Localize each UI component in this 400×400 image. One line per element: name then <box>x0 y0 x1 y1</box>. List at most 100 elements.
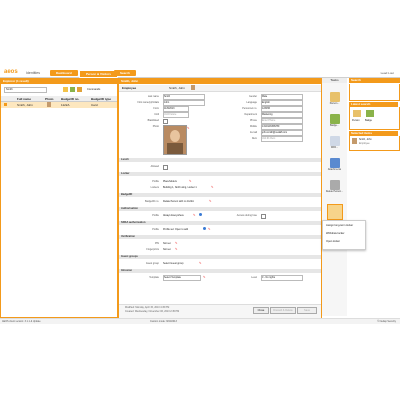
commands-label[interactable]: Commands <box>87 88 100 91</box>
edit-sdka-icon[interactable]: ✎ <box>208 227 211 231</box>
row-name: Smith, John <box>17 103 33 107</box>
detail-title: Smith, John <box>119 79 321 84</box>
section-badge[interactable]: Badge/ID <box>119 193 321 197</box>
selected-box: Smith, John Employee <box>349 136 400 151</box>
person-detail-panel: Smith, John Employee Smith, John Last na… <box>118 78 322 318</box>
tab-search[interactable]: Search <box>114 70 137 76</box>
close-button[interactable]: Close <box>253 307 269 314</box>
label-badge-no: Badge/ID no. <box>145 200 159 203</box>
locker-icon[interactable] <box>327 204 343 220</box>
label-mobile: Mobile <box>249 125 257 128</box>
task-person[interactable]: Person... <box>325 92 344 105</box>
col-badge-type[interactable]: Badge/ID type <box>91 97 111 101</box>
pin-value: Not set <box>163 242 171 245</box>
person-photo[interactable] <box>163 125 187 155</box>
tab-person-visitors[interactable]: Person & Visitors <box>79 70 118 78</box>
menu-assign-locker[interactable]: Assign long-term locker <box>326 224 353 227</box>
label-last-name: Last name <box>147 95 159 98</box>
tasks-title: Tasks <box>322 78 347 83</box>
row-badge-type: Card <box>91 103 98 107</box>
label-rem: Rem <box>251 137 257 140</box>
edit-guest-group-icon[interactable]: ✎ <box>199 261 202 265</box>
rem-field[interactable]: Unit #1 Rem <box>261 136 303 142</box>
edit-template-icon[interactable]: ✎ <box>203 275 206 279</box>
tasks-panel: Tasks Person... Badge... WPA... Attachme… <box>322 78 347 316</box>
label-from: From <box>153 107 159 110</box>
col-badge-no[interactable]: Badge/ID no. <box>61 97 79 101</box>
explorer-panel: Explorer (1 result) Smith Commands Full … <box>0 78 118 318</box>
selected-sub: Employee <box>359 142 370 145</box>
access-fuse-checkbox[interactable] <box>261 214 266 219</box>
label-guest-group: Guest group <box>145 262 159 265</box>
task-badge-label: Badge... <box>330 124 339 127</box>
section-verification[interactable]: Verification <box>119 235 321 239</box>
edit-lockers-icon[interactable]: ✎ <box>211 185 214 189</box>
export-icon[interactable] <box>77 87 82 92</box>
right-panel: Search Latest search Person Badge Select… <box>349 78 400 151</box>
label-phone: Phone <box>250 119 257 122</box>
task-person-label: Person... <box>329 102 340 105</box>
edit-pin-icon[interactable]: ✎ <box>175 241 178 245</box>
task-badge[interactable]: Badge... <box>325 114 344 127</box>
until-field[interactable]: Until Future <box>163 112 189 118</box>
folder-icon[interactable] <box>63 87 68 92</box>
label-gender: Gender <box>249 95 257 98</box>
edit-fingerprints-icon[interactable]: ✎ <box>175 247 178 251</box>
section-sdka[interactable]: SDKA authorisation <box>119 221 321 225</box>
selected-name[interactable]: Smith, John <box>359 138 372 141</box>
save-button[interactable]: Save <box>297 307 317 314</box>
discard-button[interactable]: Discard & Delete <box>270 307 296 314</box>
lunch-allowed-checkbox[interactable] <box>163 165 168 170</box>
recent-person-icon[interactable] <box>353 110 361 117</box>
label-photo: Photo <box>152 125 159 128</box>
blacklisted-checkbox[interactable] <box>163 119 168 124</box>
label-personnel-no: Personnel no. <box>242 107 257 110</box>
col-full-name[interactable]: Full name <box>17 97 31 101</box>
edit-badge-icon[interactable]: ✎ <box>209 199 212 203</box>
recent-badge-label[interactable]: Badge <box>365 119 372 122</box>
task-delete-label: Delete Person... <box>325 190 344 193</box>
menu-open-locker[interactable]: Open locker <box>326 240 340 243</box>
badge-icon <box>329 114 340 124</box>
user-menu[interactable]: Lead Lout <box>381 71 394 75</box>
label-level: Level <box>251 276 257 279</box>
section-lunch[interactable]: Lunch <box>119 158 321 162</box>
attachments-icon <box>329 158 340 168</box>
table-row[interactable]: Smith, John 1122A Card <box>1 102 117 108</box>
recent-badge-icon[interactable] <box>366 110 374 117</box>
tab-dashboard[interactable]: Dashboard <box>50 70 78 76</box>
wpa-icon <box>329 136 340 146</box>
label-first-name: First name(s)/Initials <box>137 101 159 104</box>
task-attachments[interactable]: Attachments <box>325 158 344 171</box>
edit-auth-icon[interactable]: ✎ <box>193 213 196 217</box>
label-access-fuse: Access during fuse <box>236 214 257 217</box>
section-intrusion[interactable]: Intrusion <box>119 269 321 273</box>
info-icon[interactable] <box>199 213 202 216</box>
col-photo[interactable]: Photo <box>45 97 54 101</box>
edit-photo-icon[interactable]: ✎ <box>187 126 190 130</box>
template-select[interactable]: Select Template <box>163 275 201 281</box>
edit-locker-profile-icon[interactable]: ✎ <box>189 179 192 183</box>
sdka-info-icon[interactable] <box>203 227 206 230</box>
search-box[interactable] <box>349 84 400 101</box>
photo-face <box>170 130 180 142</box>
level-select[interactable]: 0 - No rights <box>261 275 303 281</box>
section-authorisation[interactable]: Authorisation <box>119 207 321 211</box>
explorer-search-input[interactable]: Smith <box>4 87 47 93</box>
photo-body <box>167 143 183 154</box>
badge-no-value: Relate Person with no 1122A <box>163 200 194 203</box>
row-photo <box>47 102 51 107</box>
task-wpa[interactable]: WPA... <box>325 136 344 149</box>
menu-withdraw-locker[interactable]: Withdraw locker <box>326 232 344 235</box>
task-wpa-label: WPA... <box>330 146 339 149</box>
search-title: Search <box>349 78 400 83</box>
label-pin: PIN <box>155 242 159 245</box>
recent-box: Person Badge <box>349 107 400 130</box>
task-delete-person[interactable]: Delete Person... <box>325 180 344 193</box>
section-locker[interactable]: Locker <box>119 172 321 176</box>
status-right: © Nedap Security <box>377 320 396 323</box>
recent-person-label[interactable]: Person <box>352 119 360 122</box>
section-guest-groups[interactable]: Guest groups <box>119 255 321 259</box>
add-icon[interactable] <box>70 87 75 92</box>
header-name: Smith, John <box>169 86 185 90</box>
